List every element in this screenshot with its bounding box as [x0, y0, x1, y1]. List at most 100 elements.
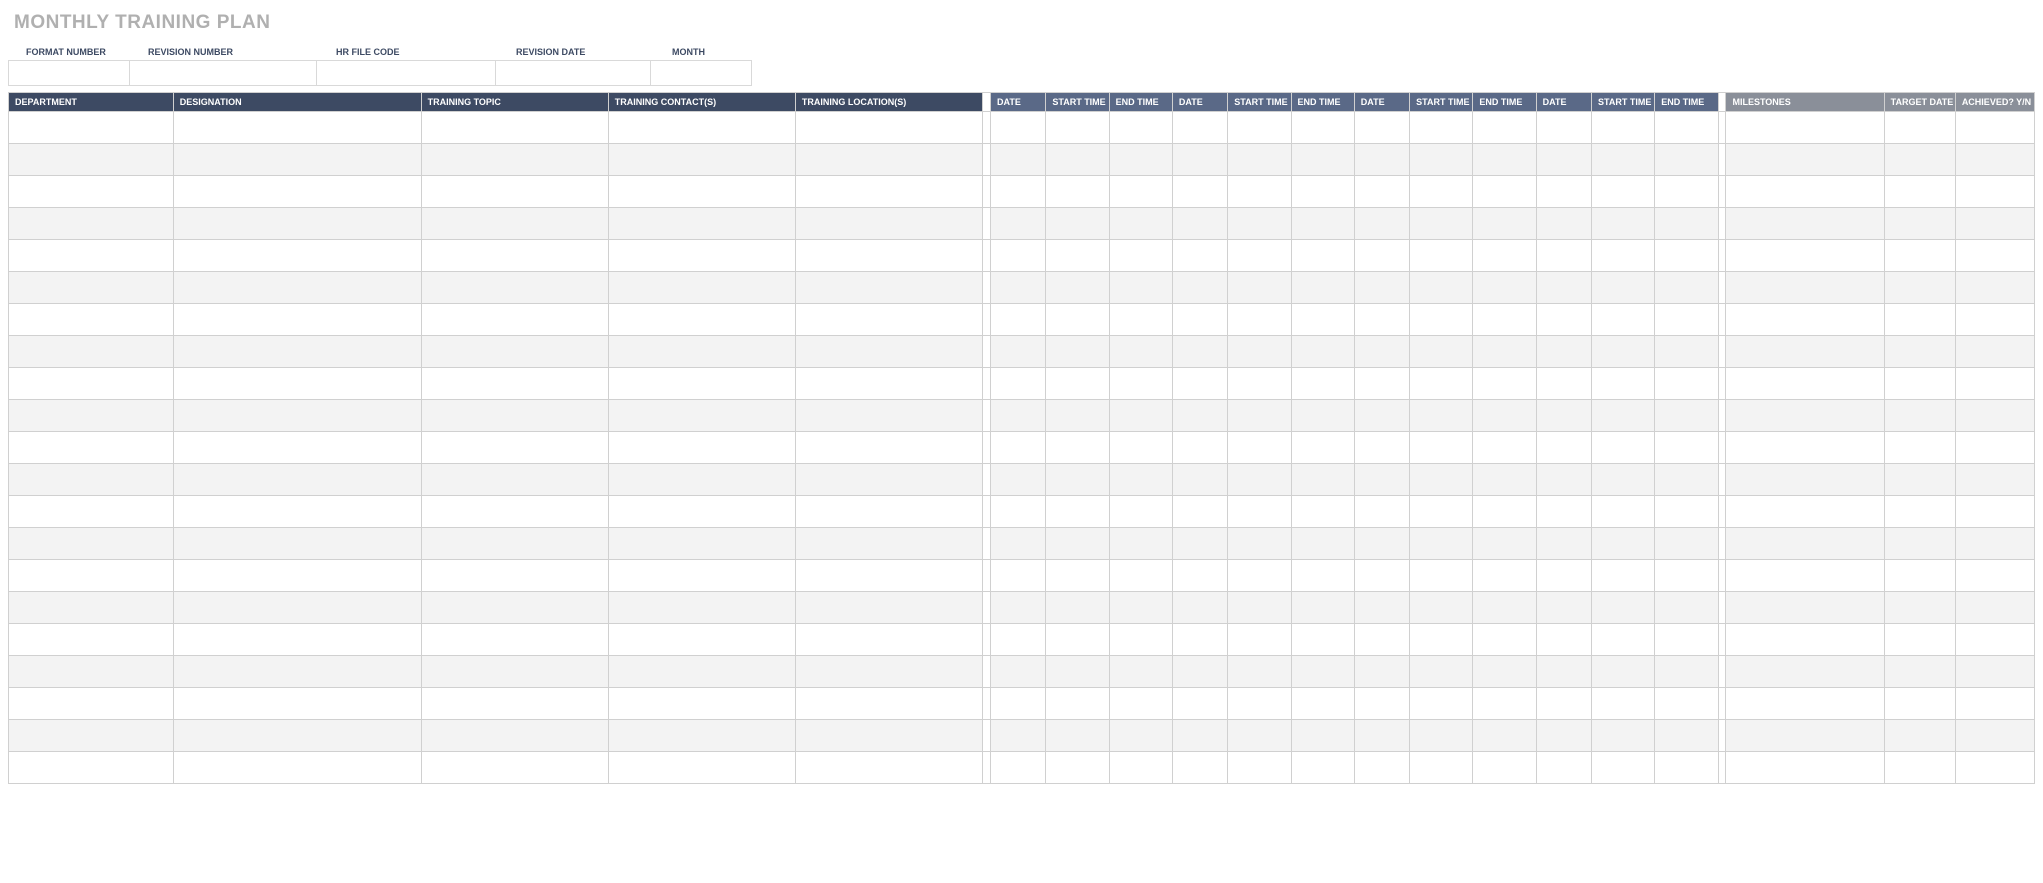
cell-start-3[interactable] — [1410, 560, 1473, 592]
cell-milestones[interactable] — [1726, 560, 1884, 592]
cell-end-4[interactable] — [1655, 688, 1718, 720]
cell-date-1[interactable] — [991, 240, 1046, 272]
cell-training-locations[interactable] — [795, 368, 982, 400]
cell-date-2[interactable] — [1172, 272, 1227, 304]
cell-end-2[interactable] — [1291, 464, 1354, 496]
cell-end-4[interactable] — [1655, 592, 1718, 624]
cell-date-1[interactable] — [991, 208, 1046, 240]
cell-start-1[interactable] — [1046, 272, 1109, 304]
cell-training-topic[interactable] — [421, 528, 608, 560]
cell-date-3[interactable] — [1354, 432, 1409, 464]
cell-training-topic[interactable] — [421, 336, 608, 368]
cell-start-4[interactable] — [1592, 240, 1655, 272]
cell-date-3[interactable] — [1354, 208, 1409, 240]
cell-milestones[interactable] — [1726, 656, 1884, 688]
cell-date-4[interactable] — [1536, 272, 1591, 304]
cell-designation[interactable] — [173, 144, 421, 176]
cell-start-3[interactable] — [1410, 208, 1473, 240]
cell-training-locations[interactable] — [795, 688, 982, 720]
input-month[interactable] — [650, 60, 752, 86]
cell-start-4[interactable] — [1592, 720, 1655, 752]
cell-start-2[interactable] — [1228, 368, 1291, 400]
cell-end-3[interactable] — [1473, 272, 1536, 304]
cell-training-topic[interactable] — [421, 400, 608, 432]
cell-target-date[interactable] — [1884, 336, 1955, 368]
cell-date-4[interactable] — [1536, 304, 1591, 336]
cell-designation[interactable] — [173, 112, 421, 144]
cell-date-2[interactable] — [1172, 176, 1227, 208]
cell-end-1[interactable] — [1109, 656, 1172, 688]
cell-date-2[interactable] — [1172, 400, 1227, 432]
cell-start-1[interactable] — [1046, 688, 1109, 720]
cell-start-1[interactable] — [1046, 176, 1109, 208]
cell-start-1[interactable] — [1046, 496, 1109, 528]
cell-date-2[interactable] — [1172, 624, 1227, 656]
cell-start-2[interactable] — [1228, 176, 1291, 208]
cell-end-4[interactable] — [1655, 336, 1718, 368]
cell-start-2[interactable] — [1228, 688, 1291, 720]
cell-training-contacts[interactable] — [608, 496, 795, 528]
cell-achieved[interactable] — [1955, 752, 2034, 784]
cell-end-4[interactable] — [1655, 528, 1718, 560]
cell-date-1[interactable] — [991, 496, 1046, 528]
cell-date-4[interactable] — [1536, 400, 1591, 432]
cell-training-contacts[interactable] — [608, 688, 795, 720]
cell-designation[interactable] — [173, 336, 421, 368]
cell-start-3[interactable] — [1410, 528, 1473, 560]
cell-date-2[interactable] — [1172, 144, 1227, 176]
cell-achieved[interactable] — [1955, 624, 2034, 656]
cell-start-3[interactable] — [1410, 432, 1473, 464]
cell-start-2[interactable] — [1228, 432, 1291, 464]
cell-target-date[interactable] — [1884, 432, 1955, 464]
cell-training-locations[interactable] — [795, 336, 982, 368]
cell-start-1[interactable] — [1046, 656, 1109, 688]
cell-start-4[interactable] — [1592, 560, 1655, 592]
cell-end-1[interactable] — [1109, 432, 1172, 464]
cell-date-3[interactable] — [1354, 400, 1409, 432]
cell-end-2[interactable] — [1291, 368, 1354, 400]
cell-designation[interactable] — [173, 432, 421, 464]
cell-start-4[interactable] — [1592, 528, 1655, 560]
cell-designation[interactable] — [173, 624, 421, 656]
cell-start-4[interactable] — [1592, 688, 1655, 720]
cell-end-1[interactable] — [1109, 336, 1172, 368]
cell-target-date[interactable] — [1884, 112, 1955, 144]
cell-milestones[interactable] — [1726, 240, 1884, 272]
cell-date-3[interactable] — [1354, 592, 1409, 624]
cell-training-locations[interactable] — [795, 176, 982, 208]
cell-milestones[interactable] — [1726, 336, 1884, 368]
cell-end-2[interactable] — [1291, 112, 1354, 144]
cell-designation[interactable] — [173, 272, 421, 304]
cell-date-3[interactable] — [1354, 720, 1409, 752]
cell-start-1[interactable] — [1046, 720, 1109, 752]
cell-training-locations[interactable] — [795, 208, 982, 240]
cell-date-3[interactable] — [1354, 112, 1409, 144]
cell-start-1[interactable] — [1046, 144, 1109, 176]
cell-department[interactable] — [9, 752, 174, 784]
cell-department[interactable] — [9, 656, 174, 688]
cell-start-3[interactable] — [1410, 592, 1473, 624]
cell-training-topic[interactable] — [421, 560, 608, 592]
cell-training-locations[interactable] — [795, 560, 982, 592]
cell-training-contacts[interactable] — [608, 240, 795, 272]
cell-start-3[interactable] — [1410, 368, 1473, 400]
cell-date-2[interactable] — [1172, 496, 1227, 528]
cell-date-4[interactable] — [1536, 656, 1591, 688]
cell-start-3[interactable] — [1410, 400, 1473, 432]
cell-date-1[interactable] — [991, 336, 1046, 368]
cell-date-4[interactable] — [1536, 688, 1591, 720]
cell-training-contacts[interactable] — [608, 464, 795, 496]
cell-end-1[interactable] — [1109, 624, 1172, 656]
cell-start-2[interactable] — [1228, 464, 1291, 496]
cell-designation[interactable] — [173, 368, 421, 400]
cell-date-2[interactable] — [1172, 560, 1227, 592]
cell-training-contacts[interactable] — [608, 176, 795, 208]
cell-end-4[interactable] — [1655, 176, 1718, 208]
cell-date-1[interactable] — [991, 304, 1046, 336]
cell-department[interactable] — [9, 240, 174, 272]
cell-training-contacts[interactable] — [608, 720, 795, 752]
cell-milestones[interactable] — [1726, 144, 1884, 176]
cell-date-4[interactable] — [1536, 432, 1591, 464]
cell-start-3[interactable] — [1410, 272, 1473, 304]
cell-end-3[interactable] — [1473, 208, 1536, 240]
